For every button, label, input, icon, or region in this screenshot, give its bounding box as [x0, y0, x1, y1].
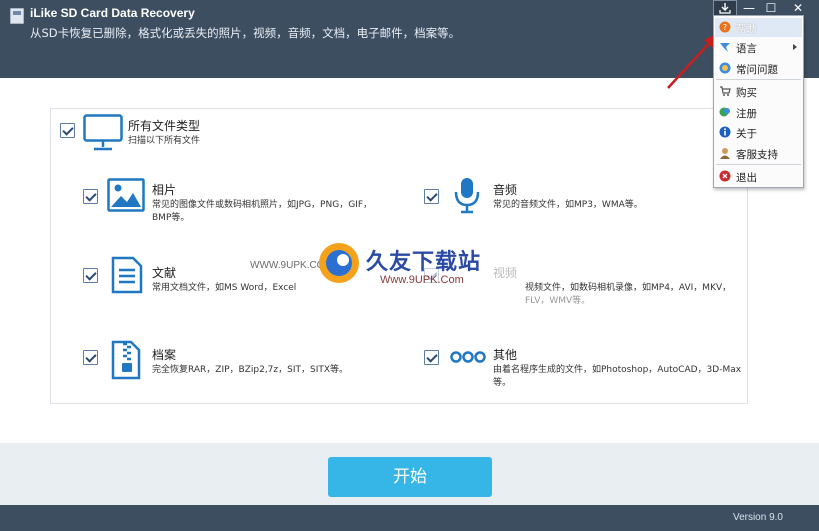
minimize-button[interactable]: — [738, 0, 760, 16]
menu-separator [716, 79, 801, 80]
photo-title: 相片 [152, 183, 177, 197]
all-types-checkbox[interactable] [60, 123, 75, 138]
all-types-desc: 扫描以下所有文件 [128, 136, 201, 146]
document-checkbox[interactable] [83, 268, 98, 283]
close-button[interactable]: ✕ [787, 0, 809, 16]
menu-item-exit[interactable]: 退出 [715, 167, 802, 186]
all-types-title: 所有文件类型 [128, 119, 201, 133]
cart-icon [720, 86, 731, 96]
video-desc: 视频文件，如数码相机录像，如MP4，AVI，MKV， [525, 283, 732, 293]
archive-checkbox[interactable] [83, 350, 98, 365]
photo-icon [107, 178, 145, 212]
photo-desc-2: BMP等。 [152, 213, 190, 223]
archive-desc: 完全恢复RAR，ZIP，BZip2,7z，SIT，SITX等。 [152, 365, 349, 375]
watermark-text: 久友下载站 [366, 250, 482, 275]
app-title: iLike SD Card Data Recovery [30, 6, 195, 20]
download-menu-icon [719, 3, 731, 14]
help-icon: ? [719, 21, 731, 33]
microphone-icon [454, 178, 480, 214]
more-dots-icon [450, 351, 486, 363]
status-bar: Version 9.0 [0, 505, 819, 531]
audio-desc: 常见的音频文件，如MP3，WMA等。 [493, 200, 643, 210]
menu-item-label: 常问问题 [736, 64, 778, 76]
menu-item-support[interactable]: 客服支持 [715, 144, 802, 163]
archive-icon [111, 340, 141, 380]
other-title: 其他 [493, 348, 518, 362]
menu-item-label: 客服支持 [736, 149, 778, 161]
submenu-arrow-icon [793, 44, 797, 50]
menu-item-language[interactable]: 语言 [715, 38, 802, 57]
photo-checkbox[interactable] [83, 189, 98, 204]
menu-item-register[interactable]: 注册 [715, 103, 802, 122]
support-icon [720, 148, 730, 159]
audio-checkbox[interactable] [424, 189, 439, 204]
menu-item-faq[interactable]: 常问问题 [715, 59, 802, 78]
menu-item-buy[interactable]: 购买 [715, 82, 802, 101]
watermark: WWW.9UPK.COM 久友下载站 Www.9UPK.Com [250, 238, 540, 298]
menu-item-label: 语言 [736, 43, 757, 55]
maximize-button[interactable]: ☐ [760, 0, 782, 16]
document-icon [111, 256, 143, 294]
menu-item-label: 注册 [736, 108, 757, 120]
archive-title: 档案 [152, 348, 177, 362]
document-desc: 常用文档文件，如MS Word，Excel [152, 283, 297, 293]
svg-text:?: ? [723, 23, 727, 32]
register-icon [719, 107, 730, 117]
menu-item-label: 退出 [736, 172, 757, 184]
other-desc: 由着名程序生成的文件，如Photoshop，AutoCAD，3D-Max [493, 365, 742, 375]
menu-item-help[interactable]: ? 帮助 [715, 18, 802, 37]
other-desc-2: 等。 [493, 378, 512, 388]
menu-item-label: 关于 [736, 128, 757, 140]
info-icon [719, 126, 731, 138]
monitor-icon [83, 114, 123, 151]
menu-separator [716, 164, 801, 165]
start-button[interactable]: 开始 [328, 457, 492, 497]
faq-icon [719, 62, 731, 74]
photo-desc: 常见的图像文件或数码相机照片，如JPG，PNG，GIF， [152, 200, 372, 210]
exit-icon [719, 170, 731, 182]
menu-button[interactable] [713, 0, 737, 16]
audio-title: 音频 [493, 183, 518, 197]
language-icon [720, 43, 730, 52]
document-title: 文献 [152, 266, 177, 280]
app-subtitle: 从SD卡恢复已删除，格式化或丢失的照片，视频，音频，文档，电子邮件，档案等。 [30, 26, 461, 40]
menu-item-about[interactable]: 关于 [715, 123, 802, 142]
watermark-url: Www.9UPK.Com [380, 274, 464, 286]
version-label: Version 9.0 [732, 512, 783, 523]
app-icon [10, 8, 24, 24]
watermark-logo-icon [319, 243, 359, 283]
other-checkbox[interactable] [424, 350, 439, 365]
help-dropdown-menu: ? 帮助 语言 常问问题 购买 注册 关于 客服支持 退出 [713, 15, 804, 188]
menu-item-label: 帮助 [736, 23, 757, 35]
menu-item-label: 购买 [736, 87, 757, 99]
